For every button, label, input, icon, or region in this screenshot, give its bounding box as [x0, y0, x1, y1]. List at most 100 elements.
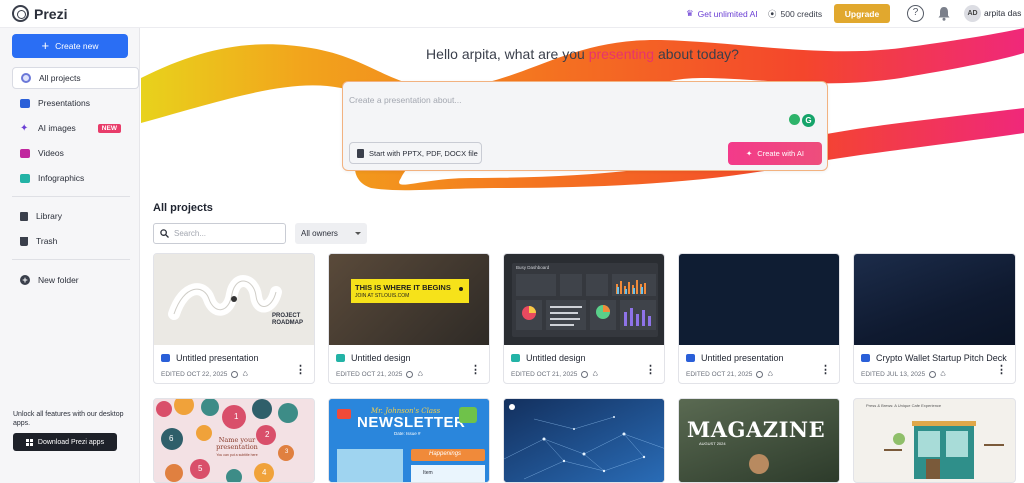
- project-card[interactable]: Press & Brews: A Unique Cafe Experience: [853, 398, 1016, 483]
- dot-icon: [459, 287, 463, 291]
- grammarly-icon[interactable]: G: [802, 114, 815, 127]
- download-prezi-apps-button[interactable]: Download Prezi apps: [13, 433, 117, 451]
- prompt-input[interactable]: [349, 92, 789, 108]
- location-pin-icon[interactable]: [789, 114, 800, 125]
- more-options-icon[interactable]: ⋮: [295, 365, 306, 376]
- prezi-logo-icon: [12, 5, 29, 22]
- create-ai-label: Create with AI: [757, 149, 804, 158]
- project-thumbnail: [854, 254, 1015, 345]
- project-card[interactable]: Crypto Wallet Startup Pitch Deck EDITED …: [853, 253, 1016, 384]
- more-options-icon[interactable]: ⋮: [645, 365, 656, 376]
- ai-prompt-card: G Start with PPTX, PDF, DOCX file ✦ Crea…: [342, 81, 828, 171]
- library-icon: [20, 211, 28, 221]
- sidebar-item-presentations[interactable]: Presentations: [12, 92, 139, 114]
- plus-circle-icon: +: [20, 275, 30, 285]
- infographics-icon: [20, 173, 30, 183]
- globe-icon: [581, 370, 589, 378]
- recycle-icon: ♺: [940, 371, 946, 378]
- recycle-icon: ♺: [592, 371, 599, 378]
- sidebar-item-all-projects[interactable]: All projects: [12, 67, 139, 89]
- all-projects-icon: [21, 73, 31, 83]
- plus-icon: +: [41, 38, 50, 53]
- section-title-all-projects: All projects: [153, 202, 213, 214]
- upgrade-button[interactable]: Upgrade: [834, 4, 890, 23]
- card-meta: EDITED OCT 21, 2025 ♺: [686, 370, 773, 378]
- card-meta: EDITED OCT 22, 2025 ♺: [161, 370, 248, 378]
- thumb-title: Press & Brews: A Unique Cafe Experience: [866, 403, 942, 408]
- app-name: Prezi: [34, 5, 68, 22]
- project-card[interactable]: 1 2 3 4 5 6 Name your presentation You c…: [153, 398, 315, 483]
- sidebar-item-videos[interactable]: Videos: [12, 142, 139, 164]
- sidebar-item-library[interactable]: Library: [12, 205, 139, 227]
- sidebar-item-label: Videos: [38, 148, 64, 158]
- cafe-illustration: [884, 421, 1004, 479]
- notification-bell-icon[interactable]: [937, 6, 951, 21]
- project-thumbnail: THIS IS WHERE IT BEGINS JOIN AT STLOUIS.…: [329, 254, 489, 345]
- crown-icon: ♛: [686, 8, 694, 18]
- globe-icon: [406, 370, 414, 378]
- prezi-logo[interactable]: Prezi: [12, 5, 67, 22]
- project-search[interactable]: [153, 223, 286, 244]
- project-card[interactable]: [503, 398, 665, 483]
- thumb-number: 3: [285, 449, 289, 455]
- thumb-title: MAGAZINE: [687, 417, 826, 442]
- credits-indicator[interactable]: ⦿ 500 credits: [768, 8, 822, 20]
- create-new-label: Create new: [55, 41, 99, 51]
- create-new-button[interactable]: + Create new: [12, 34, 128, 58]
- sidebar-item-trash[interactable]: Trash: [12, 230, 139, 252]
- file-upload-icon: [357, 148, 364, 158]
- card-meta: EDITED OCT 21, 2025 ♺: [336, 370, 423, 378]
- extension-icons: G: [789, 114, 815, 127]
- project-card[interactable]: Mr. Johnson's Class NEWSLETTER Date: Iss…: [328, 398, 490, 483]
- edited-date: EDITED OCT 21, 2025: [511, 370, 578, 378]
- thumb-subtitle: Date: Issue #: [394, 431, 421, 436]
- photo-placeholder: [337, 449, 403, 482]
- card-title: Untitled design: [526, 353, 586, 363]
- more-options-icon[interactable]: ⋮: [996, 365, 1007, 376]
- globe-icon: [231, 370, 239, 378]
- sidebar: + Create new All projects Presentations …: [0, 28, 140, 483]
- sidebar-item-ai-images[interactable]: ✦ AI images NEW: [12, 117, 139, 139]
- more-options-icon[interactable]: ⋮: [470, 365, 481, 376]
- search-icon: [160, 229, 169, 238]
- design-icon: [511, 354, 520, 362]
- create-with-ai-button[interactable]: ✦ Create with AI: [728, 142, 822, 165]
- sparkle-icon: ✦: [20, 122, 29, 134]
- thumb-subtitle: You can put a subtitle here: [216, 453, 258, 457]
- more-options-icon[interactable]: ⋮: [820, 365, 831, 376]
- get-unlimited-ai-link[interactable]: ♛ Get unlimited AI: [686, 8, 758, 19]
- project-card[interactable]: Busy Dashboard Untitled design EDITED OC…: [503, 253, 665, 384]
- edited-date: EDITED OCT 21, 2025: [336, 370, 403, 378]
- sidebar-item-infographics[interactable]: Infographics: [12, 167, 139, 189]
- thumb-subtitle: AUGUST 2024: [699, 441, 726, 446]
- thumb-title: THIS IS WHERE IT BEGINS: [355, 283, 451, 292]
- globe-icon: [756, 370, 764, 378]
- thumb-number: 1: [234, 412, 239, 421]
- avatar[interactable]: AD: [964, 5, 981, 22]
- project-card[interactable]: PROJECT ROADMAP Untitled presentation ED…: [153, 253, 315, 384]
- sidebar-divider: [12, 259, 130, 260]
- presentations-icon: [20, 98, 30, 108]
- help-icon[interactable]: ?: [907, 5, 924, 22]
- credits-label: 500 credits: [780, 9, 823, 19]
- book-icon: [459, 407, 477, 423]
- project-card[interactable]: THIS IS WHERE IT BEGINS JOIN AT STLOUIS.…: [328, 253, 490, 384]
- username[interactable]: arpita das: [984, 8, 1021, 18]
- presentation-icon: [686, 354, 695, 362]
- new-badge: NEW: [97, 123, 121, 133]
- video-icon: [20, 148, 30, 158]
- thumb-number: 6: [169, 434, 174, 443]
- owner-filter-dropdown[interactable]: All owners: [295, 223, 367, 244]
- start-with-file-button[interactable]: Start with PPTX, PDF, DOCX file: [349, 142, 482, 164]
- sidebar-item-label: New folder: [38, 275, 79, 285]
- edited-date: EDITED OCT 21, 2025: [686, 370, 753, 378]
- owner-filter-label: All owners: [301, 229, 338, 238]
- sidebar-item-label: Trash: [36, 236, 58, 246]
- search-input[interactable]: [174, 229, 274, 238]
- project-card[interactable]: Untitled presentation EDITED OCT 21, 202…: [678, 253, 840, 384]
- apple-icon: [337, 409, 351, 419]
- sidebar-item-new-folder[interactable]: + New folder: [12, 269, 139, 291]
- edited-date: EDITED OCT 22, 2025: [161, 370, 228, 378]
- presentation-icon: [861, 354, 870, 362]
- project-card[interactable]: MAGAZINE AUGUST 2024: [678, 398, 840, 483]
